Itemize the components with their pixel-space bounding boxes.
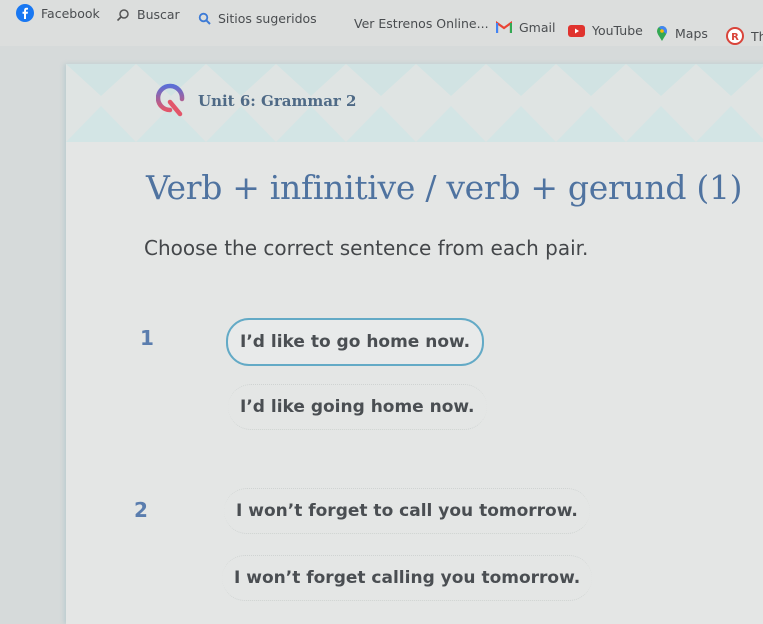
facebook-icon	[16, 4, 34, 22]
exercise-page: Unit 6: Grammar 2 Verb + infinitive / ve…	[66, 64, 763, 624]
answer-option[interactable]: I’d like going home now.	[228, 384, 487, 430]
bookmark-label: Gmail	[519, 20, 556, 35]
bookmark-sitios-sugeridos[interactable]: Sitios sugeridos	[198, 11, 317, 26]
bookmark-youtube[interactable]: YouTube	[568, 23, 643, 38]
exercise-instruction: Choose the correct sentence from each pa…	[144, 236, 589, 260]
search-icon	[116, 8, 130, 22]
maps-icon	[656, 25, 668, 42]
bookmark-label: Buscar	[137, 7, 180, 22]
question-number: 2	[134, 498, 148, 522]
bookmark-buscar[interactable]: Buscar	[116, 7, 180, 22]
bookmark-th[interactable]: R Th	[726, 27, 763, 45]
svg-text:R: R	[731, 32, 739, 43]
option-text: I won’t forget to call you tomorrow.	[236, 501, 578, 521]
bookmarks-bar: Facebook Buscar Sitios sugeridos Ver Est…	[0, 0, 763, 46]
bookmark-facebook[interactable]: Facebook	[16, 4, 100, 22]
answer-option[interactable]: I won’t forget calling you tomorrow.	[222, 555, 593, 601]
unit-title: Unit 6: Grammar 2	[198, 92, 357, 110]
bookmark-maps[interactable]: Maps	[656, 25, 708, 42]
bookmark-label: Ver Estrenos Online...	[354, 16, 489, 31]
search-icon	[198, 12, 211, 25]
bookmark-label: YouTube	[592, 23, 643, 38]
option-text: I’d like to go home now.	[240, 332, 471, 352]
youtube-icon	[568, 24, 585, 37]
bookmark-label: Th	[751, 28, 763, 44]
option-text: I won’t forget calling you tomorrow.	[234, 568, 581, 588]
option-text: I’d like going home now.	[240, 397, 475, 417]
r-icon: R	[726, 27, 744, 45]
answer-option[interactable]: I won’t forget to call you tomorrow.	[224, 488, 590, 534]
bookmark-label: Maps	[675, 26, 708, 41]
bookmark-gmail[interactable]: Gmail	[496, 20, 555, 35]
bookmark-label: Facebook	[41, 5, 100, 21]
answer-option-selected[interactable]: I’d like to go home now.	[226, 318, 485, 366]
gmail-icon	[496, 21, 512, 34]
exercise-title: Verb + infinitive / verb + gerund (1)	[146, 168, 743, 207]
question-number: 1	[140, 326, 154, 350]
bookmark-ver-estrenos[interactable]: Ver Estrenos Online...	[354, 16, 489, 31]
bookmark-label: Sitios sugeridos	[218, 11, 317, 26]
unit-banner: Unit 6: Grammar 2	[66, 64, 763, 142]
